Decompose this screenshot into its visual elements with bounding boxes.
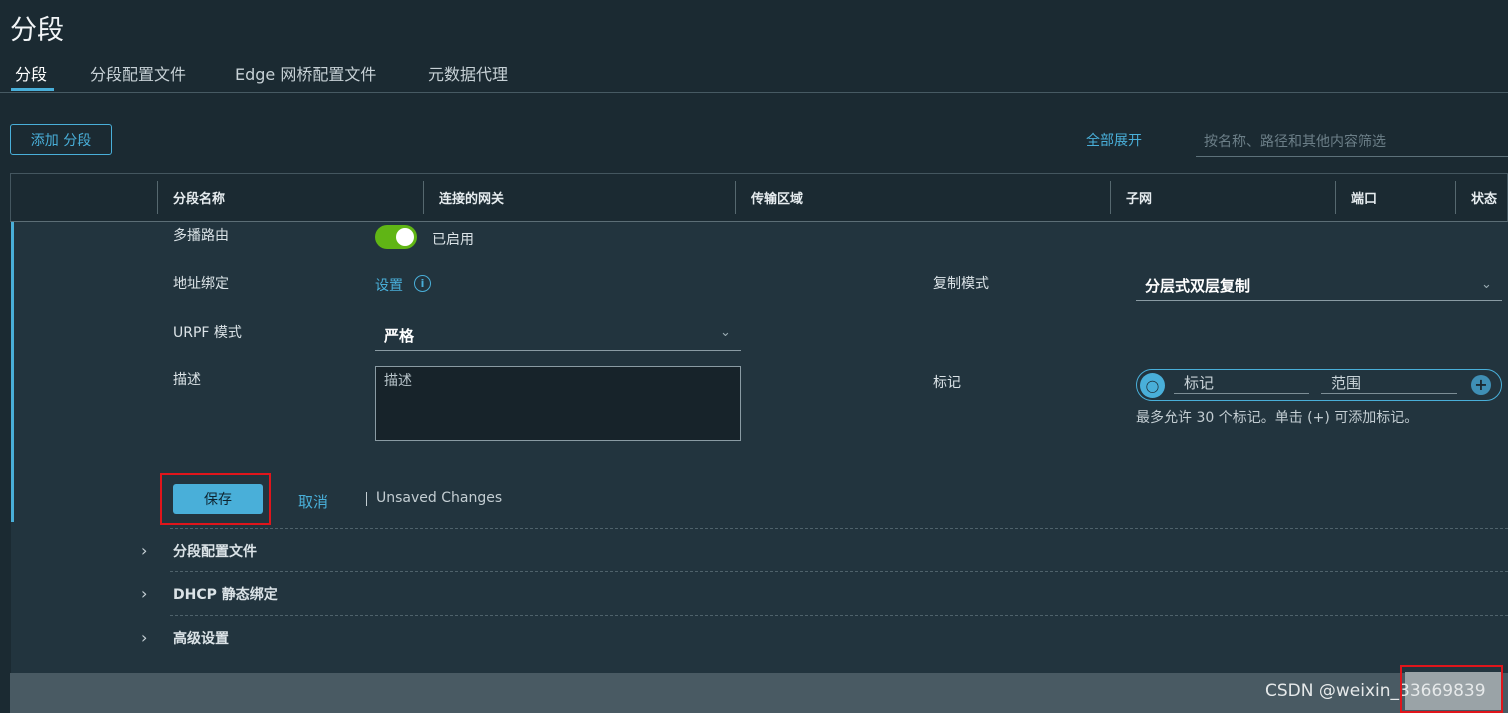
replication-mode-value: 分层式双层复制 [1145, 277, 1251, 295]
column-header-transport-zone[interactable]: 传输区域 [751, 188, 803, 207]
address-binding-set-link[interactable]: 设置 [375, 275, 403, 295]
column-header-subnet[interactable]: 子网 [1126, 188, 1152, 207]
tab-segments[interactable]: 分段 [15, 61, 47, 85]
description-textarea[interactable]: 描述 [375, 366, 741, 441]
section-divider [170, 528, 1508, 529]
replication-mode-label: 复制模式 [933, 276, 989, 292]
add-segment-button[interactable]: 添加 分段 [10, 124, 112, 155]
tab-segment-profiles[interactable]: 分段配置文件 [90, 61, 186, 85]
edit-row-accent [11, 222, 14, 522]
page-title: 分段 [10, 15, 64, 46]
urpf-mode-value: 严格 [384, 326, 415, 345]
toggle-knob [396, 228, 414, 246]
column-separator[interactable] [423, 181, 424, 214]
filter-input[interactable]: 按名称、路径和其他内容筛选 [1196, 125, 1508, 157]
column-header-gateway[interactable]: 连接的网关 [439, 188, 504, 207]
tabs-divider [0, 92, 1508, 93]
save-button[interactable]: 保存 [173, 484, 263, 514]
column-header-ports[interactable]: 端口 [1351, 188, 1377, 207]
section-advanced-settings[interactable]: 高级设置 [173, 628, 229, 648]
replication-mode-select[interactable]: 分层式双层复制 [1136, 271, 1502, 301]
multicast-status: 已启用 [432, 232, 474, 248]
column-separator[interactable] [735, 181, 736, 214]
urpf-mode-select[interactable]: 严格 [375, 320, 741, 351]
column-separator[interactable] [157, 181, 158, 214]
info-icon[interactable]: i [414, 275, 431, 292]
column-header-name[interactable]: 分段名称 [173, 188, 225, 207]
column-separator[interactable] [1335, 181, 1336, 214]
section-segment-profiles[interactable]: 分段配置文件 [173, 541, 257, 561]
expand-all-link[interactable]: 全部展开 [1086, 130, 1142, 150]
tab-edge-bridge-profiles[interactable]: Edge 网桥配置文件 [235, 61, 376, 85]
section-divider [170, 615, 1508, 616]
section-dhcp-static-bindings[interactable]: DHCP 静态绑定 [173, 584, 278, 604]
tag-icon: ◯ [1140, 373, 1165, 398]
unsaved-changes-text: Unsaved Changes [376, 490, 503, 506]
tags-label: 标记 [933, 375, 961, 391]
address-binding-label: 地址绑定 [173, 276, 229, 292]
active-tab-indicator [11, 88, 54, 91]
column-separator[interactable] [1455, 181, 1456, 214]
chevron-right-icon[interactable]: › [141, 584, 147, 603]
divider [366, 492, 367, 506]
section-divider [170, 571, 1508, 572]
chevron-down-icon: ⌄ [720, 325, 731, 340]
tab-metadata-proxy[interactable]: 元数据代理 [428, 61, 508, 85]
tag-input[interactable]: 标记 [1174, 372, 1309, 394]
highlight-box [1400, 665, 1503, 713]
multicast-label: 多播路由 [173, 228, 229, 244]
urpf-mode-label: URPF 模式 [173, 325, 242, 341]
chevron-down-icon: ⌄ [1481, 277, 1492, 292]
description-label: 描述 [173, 372, 201, 388]
column-separator[interactable] [1110, 181, 1111, 214]
add-tag-icon[interactable]: + [1471, 375, 1491, 395]
chevron-right-icon[interactable]: › [141, 628, 147, 647]
chevron-right-icon[interactable]: › [141, 541, 147, 560]
scope-input[interactable]: 范围 [1321, 372, 1457, 394]
cancel-button[interactable]: 取消 [298, 491, 328, 512]
column-header-status[interactable]: 状态 [1471, 188, 1497, 207]
tags-hint: 最多允许 30 个标记。单击 (+) 可添加标记。 [1136, 410, 1419, 426]
